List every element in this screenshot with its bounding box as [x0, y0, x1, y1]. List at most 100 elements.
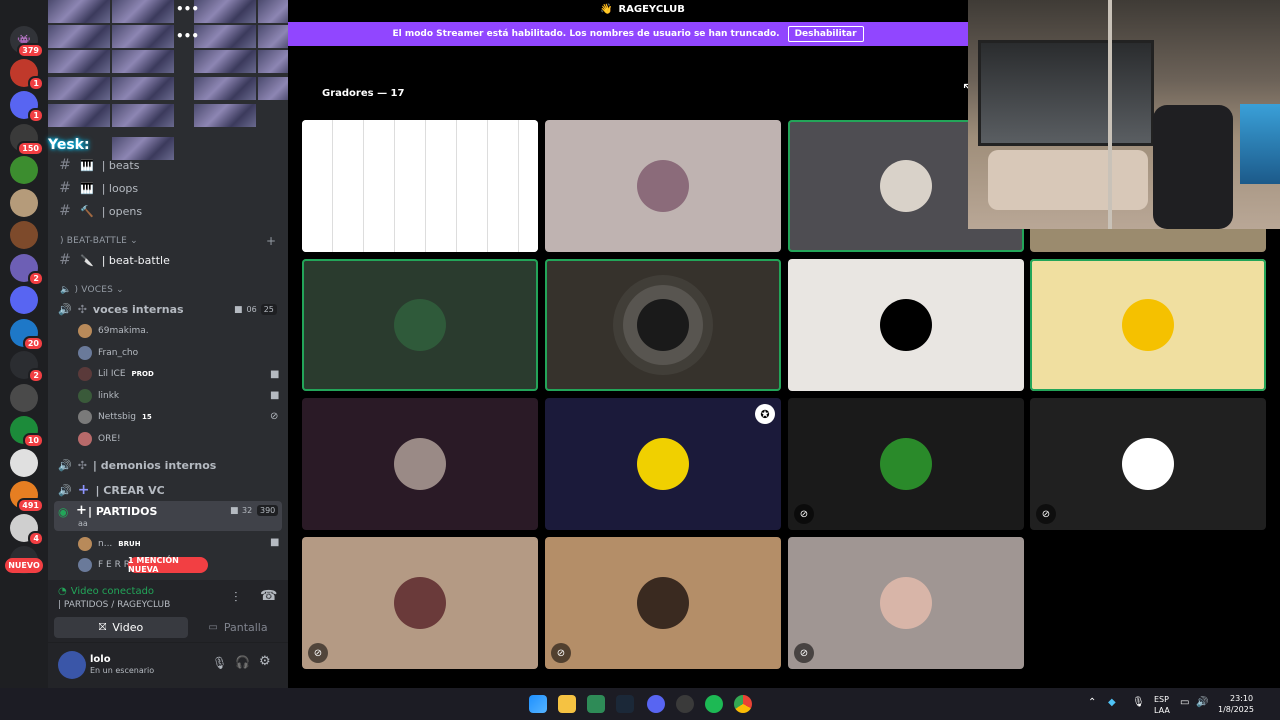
voice-location[interactable]: | PARTIDOS / RAGEYCLUB — [58, 600, 170, 610]
voice-user[interactable]: F E R R — [78, 558, 130, 572]
server-dog-icon[interactable]: 4 — [10, 513, 44, 546]
participant-tile[interactable]: ⊘ — [545, 537, 781, 669]
clock-time[interactable]: 23:10 — [1230, 694, 1253, 703]
participant-tile[interactable]: ✪ — [545, 398, 781, 530]
more-options-icon[interactable]: ••• — [176, 2, 199, 16]
channel-opens[interactable]: # 🔨 | opens — [58, 203, 142, 219]
voice-channel-crear-vc[interactable]: 🔊 + | CREAR VC — [58, 482, 165, 498]
stream-thumbnail[interactable] — [48, 0, 110, 23]
gear-icon[interactable]: ⚙ — [259, 654, 271, 669]
network-icon[interactable]: ▭ — [1180, 697, 1189, 708]
participant-avatar — [880, 299, 932, 351]
participant-tile[interactable] — [302, 398, 538, 530]
language-top[interactable]: ESP — [1154, 695, 1169, 704]
stream-thumbnail[interactable] — [112, 50, 174, 73]
stream-thumbnail[interactable] — [194, 50, 256, 73]
steam-icon[interactable] — [616, 695, 634, 713]
windows-start-icon[interactable] — [529, 695, 547, 713]
stream-thumbnail[interactable] — [112, 77, 174, 100]
disable-streamer-button[interactable]: Deshabilitar — [787, 26, 864, 42]
clock-date[interactable]: 1/8/2025 — [1218, 705, 1254, 714]
voice-channel-voces-internas[interactable]: 🔊 ✣ voces internas — [58, 303, 184, 316]
tray-app-icon[interactable]: ◆ — [1108, 697, 1116, 708]
voice-user[interactable]: ORE! — [78, 431, 121, 446]
stream-thumbnail[interactable] — [48, 77, 110, 100]
stream-thumbnail[interactable] — [112, 0, 174, 23]
participant-avatar — [880, 577, 932, 629]
server-fox-icon[interactable] — [10, 383, 38, 412]
add-channel-icon[interactable]: + — [266, 234, 276, 248]
participant-tile[interactable]: ⊘ — [302, 537, 538, 669]
video-button[interactable]: ⛝ Video — [54, 617, 188, 638]
new-mention-pill[interactable]: 1 MENCIÓN NUEVA — [128, 556, 208, 574]
voice-user[interactable]: 69makima. — [78, 324, 149, 338]
tray-mic-icon[interactable]: 🎙 — [1132, 697, 1145, 708]
server-troll-icon[interactable] — [10, 448, 38, 477]
chrome-icon[interactable] — [734, 695, 752, 713]
stream-thumbnail[interactable] — [48, 50, 110, 73]
server-discord-icon[interactable]: 1 — [10, 91, 44, 123]
server-sound-icon[interactable]: 2 — [10, 351, 44, 383]
participant-tile[interactable]: ⊘ — [788, 398, 1024, 530]
speaker-icon: 🔊 — [58, 483, 72, 497]
server-red-icon[interactable]: 1 — [10, 58, 44, 91]
participant-tile[interactable] — [788, 259, 1024, 391]
stream-thumbnail[interactable] — [112, 104, 174, 127]
spotify-icon[interactable] — [705, 695, 723, 713]
voice-user[interactable]: n... BRUH — [78, 537, 141, 551]
participant-tile[interactable] — [302, 259, 538, 391]
microphone-icon[interactable]: 🎙 — [212, 656, 227, 670]
stream-thumbnail[interactable] — [48, 104, 110, 127]
voice-channel-partidos[interactable]: ◉ + | PARTIDOS aa ■ 32 390 — [54, 501, 282, 531]
stream-thumbnail[interactable] — [194, 104, 256, 127]
category-voces[interactable]: 🔈 ) VOCES ⌄ — [60, 285, 124, 295]
plus-icon: + — [76, 503, 87, 518]
category-beat-battle[interactable]: ) BEAT-BATTLE ⌄ + — [60, 234, 276, 248]
participant-tile[interactable]: ⊘ — [788, 537, 1024, 669]
discord-home-icon[interactable]: 👾 379 — [10, 26, 44, 58]
voice-user[interactable]: linkk — [78, 388, 119, 403]
stream-thumbnail[interactable] — [194, 25, 256, 48]
server-skull-icon[interactable]: 150 — [10, 123, 44, 156]
voice-user[interactable]: Nettsbig 15 — [78, 410, 152, 424]
more-options-icon[interactable]: ••• — [176, 29, 199, 43]
participant-tile[interactable] — [302, 120, 538, 252]
minecraft-icon[interactable] — [587, 695, 605, 713]
participant-tile[interactable] — [545, 120, 781, 252]
volume-icon[interactable]: 🔊 — [1196, 697, 1208, 708]
new-servers-pill[interactable]: NUEVO — [5, 558, 43, 573]
voice-user[interactable]: Lil ICE PROD — [78, 367, 154, 381]
stream-thumbnail[interactable] — [194, 77, 256, 100]
voice-user[interactable]: Fran_cho — [78, 345, 138, 360]
participant-tile[interactable] — [1030, 259, 1266, 391]
channel-beat-battle[interactable]: # 🔪 | beat-battle — [58, 252, 170, 268]
server-green-icon[interactable]: 10 — [10, 416, 44, 448]
participant-tile[interactable] — [545, 259, 781, 391]
server-game-icon[interactable] — [10, 221, 38, 249]
server-blue-icon[interactable]: 20 — [10, 318, 44, 351]
lock-icon: ✣ — [77, 459, 87, 472]
server-white-icon[interactable] — [10, 286, 38, 314]
soundboard-icon[interactable]: ⫶ — [234, 590, 238, 606]
tray-chevron-icon[interactable]: ⌃ — [1088, 697, 1096, 708]
discord-icon[interactable] — [647, 695, 665, 713]
server-pepe-icon[interactable] — [10, 156, 38, 184]
avatar[interactable] — [58, 651, 86, 679]
participant-tile[interactable]: ⊘ — [1030, 398, 1266, 530]
screen-share-button[interactable]: ▭ Pantalla — [194, 617, 282, 638]
voice-channel-demonios[interactable]: 🔊 ✣ | demonios internos — [58, 459, 216, 472]
file-explorer-icon[interactable] — [558, 695, 576, 713]
user-count: 390 — [257, 505, 279, 516]
channel-loops[interactable]: # 🎹 | loops — [58, 180, 138, 196]
headphones-icon[interactable]: 🎧 — [235, 655, 250, 669]
stream-thumbnail[interactable] — [112, 25, 174, 48]
channel-beats[interactable]: # 🎹 | beats — [58, 157, 139, 173]
server-orange-icon[interactable]: 491 — [10, 481, 44, 513]
stream-thumbnail[interactable] — [194, 0, 256, 23]
obs-icon[interactable] — [676, 695, 694, 713]
server-dice-icon[interactable]: 2 — [10, 253, 44, 286]
disconnect-icon[interactable]: ☎ — [260, 588, 277, 604]
stream-thumbnail[interactable] — [48, 25, 110, 48]
language-bottom[interactable]: LAA — [1154, 706, 1170, 715]
server-face-icon[interactable] — [10, 188, 38, 217]
